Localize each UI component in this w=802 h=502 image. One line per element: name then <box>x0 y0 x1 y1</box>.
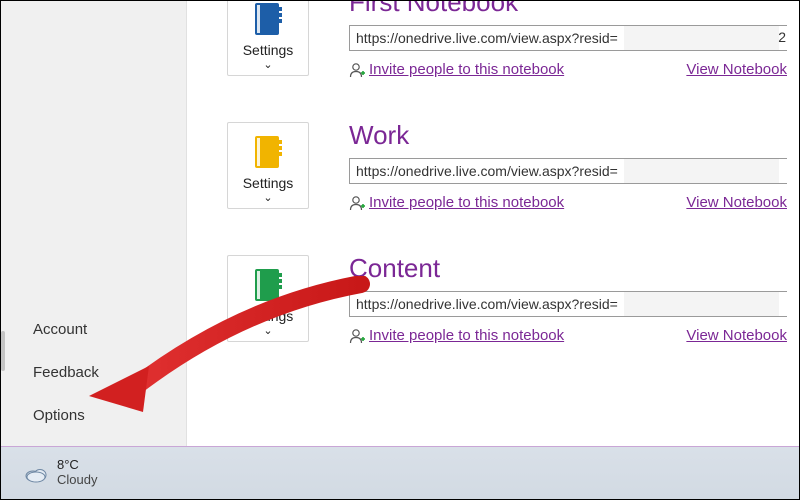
url-text: https://onedrive.live.com/view.aspx?resi… <box>356 296 618 312</box>
notebook-row: Settings ⌄ Work https://onedrive.live.co… <box>227 122 799 211</box>
invite-person-icon <box>349 62 365 78</box>
settings-label: Settings <box>232 175 304 191</box>
view-notebook-link[interactable]: View Notebook <box>686 194 787 211</box>
chevron-down-icon: ⌄ <box>232 60 304 71</box>
redacted-region <box>624 26 779 50</box>
sidebar-item-account[interactable]: Account <box>1 308 186 351</box>
notebook-settings-button[interactable]: Settings ⌄ <box>227 255 309 342</box>
notebook-icon <box>253 268 283 302</box>
sidebar-item-label: Options <box>33 407 85 424</box>
invite-link[interactable]: Invite people to this notebook <box>369 61 564 78</box>
notebook-row: Settings ⌄ First Notebook https://onedri… <box>227 1 799 78</box>
view-notebook-link[interactable]: View Notebook <box>686 61 787 78</box>
separator <box>1 446 799 447</box>
cloud-icon <box>23 463 49 483</box>
weather-widget[interactable]: 8°C Cloudy <box>23 458 97 488</box>
notebook-settings-button[interactable]: Settings ⌄ <box>227 1 309 76</box>
invite-link[interactable]: Invite people to this notebook <box>369 194 564 211</box>
invite-person-icon <box>349 195 365 211</box>
invite-person-icon <box>349 328 365 344</box>
chevron-down-icon: ⌄ <box>232 193 304 204</box>
view-notebook-link[interactable]: View Notebook <box>686 327 787 344</box>
notebook-icon <box>253 2 283 36</box>
weather-condition: Cloudy <box>57 473 97 488</box>
content-panel: Settings ⌄ First Notebook https://onedri… <box>187 1 799 447</box>
sidebar-item-label: Account <box>33 321 87 338</box>
sidebar-item-options[interactable]: Options <box>1 394 186 437</box>
temperature: 8°C <box>57 458 97 473</box>
url-text: https://onedrive.live.com/view.aspx?resi… <box>356 30 618 46</box>
url-tail: 2 <box>778 29 786 45</box>
notebook-url-field[interactable]: https://onedrive.live.com/view.aspx?resi… <box>349 25 787 51</box>
notebook-title: Work <box>349 122 799 148</box>
taskbar: 8°C Cloudy <box>1 447 799 499</box>
url-text: https://onedrive.live.com/view.aspx?resi… <box>356 163 618 179</box>
redacted-region <box>624 159 779 183</box>
notebook-icon <box>253 135 283 169</box>
invite-link[interactable]: Invite people to this notebook <box>369 327 564 344</box>
notebook-url-field[interactable]: https://onedrive.live.com/view.aspx?resi… <box>349 158 787 184</box>
notebook-settings-button[interactable]: Settings ⌄ <box>227 122 309 209</box>
notebook-url-field[interactable]: https://onedrive.live.com/view.aspx?resi… <box>349 291 787 317</box>
sidebar-item-feedback[interactable]: Feedback <box>1 351 186 394</box>
notebook-row: Settings ⌄ Content https://onedrive.live… <box>227 255 799 344</box>
settings-label: Settings <box>232 42 304 58</box>
notebook-title: First Notebook <box>349 1 799 15</box>
notebook-title: Content <box>349 255 799 281</box>
chevron-down-icon: ⌄ <box>232 326 304 337</box>
redacted-region <box>624 292 779 316</box>
settings-label: Settings <box>232 308 304 324</box>
sidebar: Account Feedback Options <box>1 1 187 447</box>
sidebar-item-label: Feedback <box>33 364 99 381</box>
